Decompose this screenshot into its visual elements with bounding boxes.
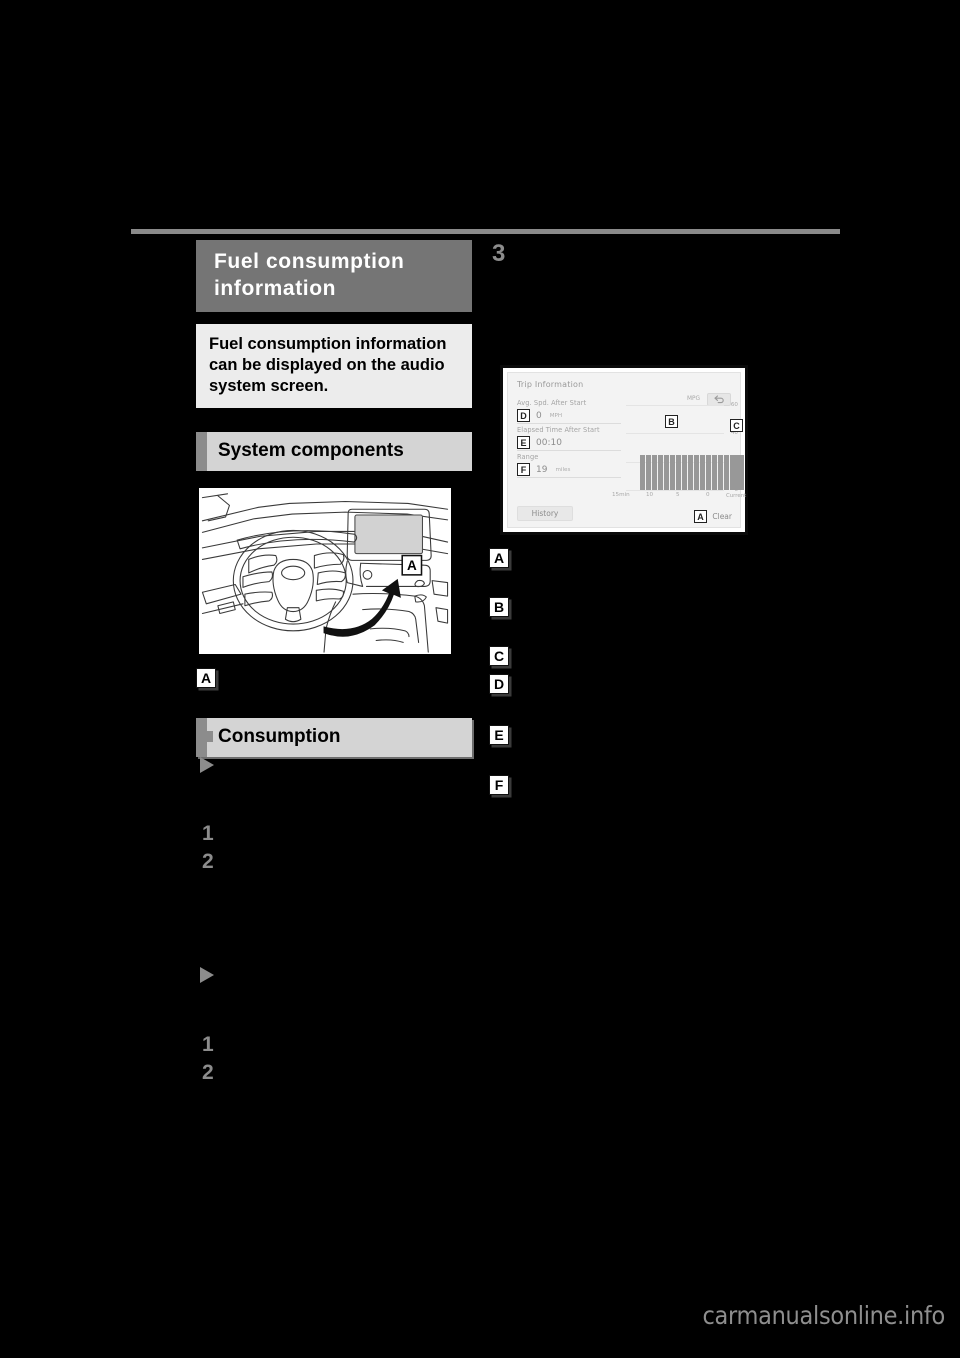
header-rule	[131, 229, 840, 234]
callout-d: D	[517, 409, 530, 422]
callout-c: C	[730, 419, 743, 432]
range-label: Range	[517, 453, 539, 461]
triangle-bullet-icon	[200, 757, 214, 773]
trip-information-screenshot: Trip Information MPG Avg. Spd. After Sta…	[500, 365, 748, 535]
list-marker-number-3: 1	[202, 1033, 214, 1056]
current-bar-wrap	[730, 405, 744, 490]
subheading-system-components: System components	[196, 432, 472, 471]
chart-bar	[706, 454, 711, 490]
chart-bar	[676, 454, 681, 490]
subheading-consumption: Consumption	[196, 718, 472, 757]
dashboard-illustration: A	[196, 485, 454, 657]
chart-bar	[724, 454, 729, 490]
callout-a-right: A	[489, 548, 509, 568]
page-title: Fuel consumption information	[196, 240, 472, 312]
callout-b-right: B	[489, 597, 509, 617]
chart-bar	[658, 454, 663, 490]
chart-bar	[640, 454, 645, 490]
list-marker-number-1: 1	[202, 822, 214, 845]
history-button[interactable]: History	[517, 506, 573, 521]
chart-bar	[670, 454, 675, 490]
figure-callout-row: A	[196, 668, 484, 694]
x-tick-0: 0	[706, 492, 710, 498]
callout-row-b: B	[489, 597, 509, 617]
chart-bar	[646, 454, 651, 490]
chart-x-axis: 15min 10 5 0	[612, 492, 724, 500]
elapsed-time-value: 00:10	[536, 437, 562, 448]
range-value: 19	[536, 464, 548, 475]
callout-f-right: F	[489, 775, 509, 795]
range-unit: miles	[555, 466, 571, 473]
current-bar	[730, 454, 744, 490]
clear-button[interactable]: Clear	[712, 512, 732, 521]
current-label: Current	[726, 493, 747, 499]
triangle-bullet-icon	[200, 967, 214, 983]
chart-bar	[712, 454, 717, 490]
callout-row-f: F	[489, 775, 509, 795]
avg-speed-unit: MPH	[549, 412, 563, 419]
avg-speed-row: D 0 MPH	[517, 408, 621, 424]
chart-bar	[700, 454, 705, 490]
elapsed-time-label: Elapsed Time After Start	[517, 426, 600, 434]
callout-e-right: E	[489, 725, 509, 745]
avg-speed-value: 0	[536, 410, 542, 421]
manual-page: Fuel consumption information Fuel consum…	[0, 0, 960, 1358]
callout-b: B	[665, 415, 678, 428]
trip-info-list: Avg. Spd. After Start D 0 MPH Elapsed Ti…	[517, 399, 621, 480]
mpg-unit-label: MPG	[687, 396, 700, 402]
callout-a-clear: A	[694, 510, 707, 523]
x-tick-5: 5	[676, 492, 680, 498]
site-watermark: carmanualsonline.info	[702, 1301, 945, 1330]
range-row: F 19 miles	[517, 462, 621, 478]
chart-bar	[688, 454, 693, 490]
callout-row-d: D	[489, 674, 509, 694]
callout-d-right: D	[489, 674, 509, 694]
callout-c-right: C	[489, 646, 509, 666]
lead-paragraph: Fuel consumption information can be disp…	[196, 324, 472, 408]
list-marker-square	[200, 731, 213, 742]
svg-text:A: A	[407, 558, 417, 573]
x-tick-15min: 15min	[612, 492, 630, 498]
step-number-3: 3	[492, 240, 506, 267]
chart-bar	[694, 454, 699, 490]
callout-row-c: C	[489, 646, 509, 666]
callout-row-a: A	[489, 548, 509, 568]
callout-f: F	[517, 463, 530, 476]
chart-bars	[640, 405, 729, 490]
list-marker-number-2: 2	[202, 850, 214, 873]
avg-speed-label: Avg. Spd. After Start	[517, 399, 587, 407]
chart-bar	[664, 454, 669, 490]
square-bullet-icon	[200, 731, 213, 742]
chart-bar	[718, 454, 723, 490]
callout-a: A	[196, 668, 216, 688]
chart-bar	[682, 454, 687, 490]
back-arrow-icon	[713, 395, 724, 404]
callout-row-e: E	[489, 725, 509, 745]
callout-e: E	[517, 436, 530, 449]
elapsed-time-row: E 00:10	[517, 435, 621, 451]
screen-title: Trip Information	[517, 380, 584, 389]
left-column: Fuel consumption information Fuel consum…	[196, 240, 484, 757]
list-marker-number-4: 2	[202, 1061, 214, 1084]
x-tick-10: 10	[646, 492, 654, 498]
trip-information-screen: Trip Information MPG Avg. Spd. After Sta…	[507, 372, 746, 528]
chart-bar	[652, 454, 657, 490]
list-marker-triangle-2	[200, 967, 214, 983]
list-marker-triangle-1	[200, 757, 214, 773]
